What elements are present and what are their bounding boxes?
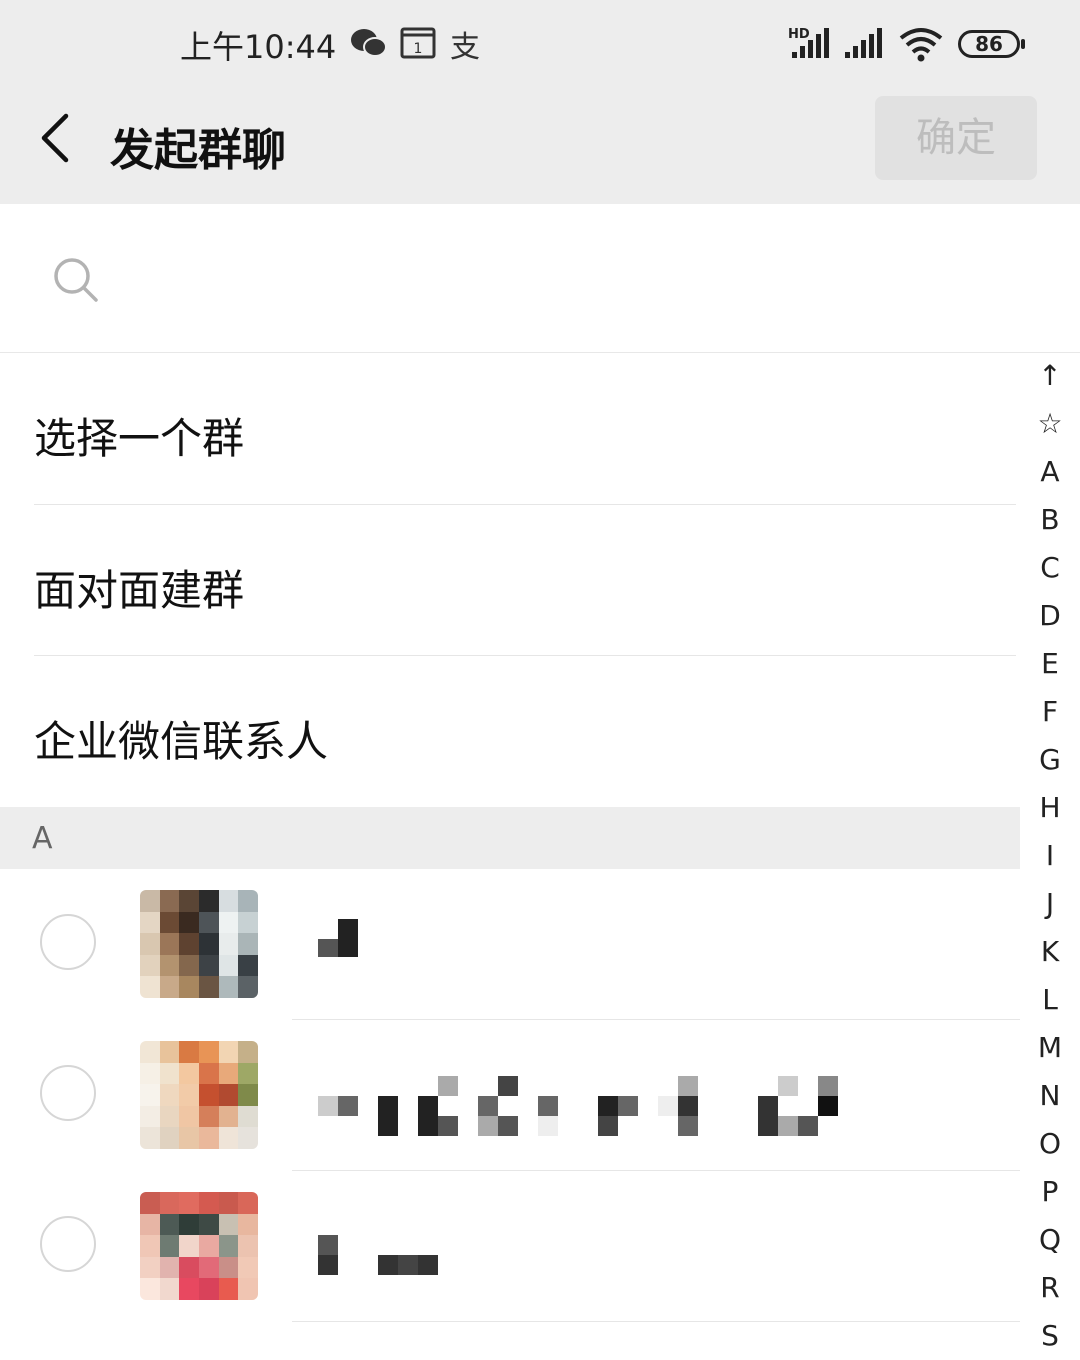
index-item[interactable]: C (1022, 544, 1078, 592)
alphabet-index[interactable]: ↑ ☆ A B C D E F G H I J K L M N O P Q R S (1022, 352, 1078, 1360)
index-item[interactable]: Q (1022, 1216, 1078, 1264)
contact-row[interactable] (0, 869, 1020, 1019)
index-item[interactable]: R (1022, 1264, 1078, 1312)
nav-header: 发起群聊 确定 (0, 90, 1080, 204)
index-item[interactable]: O (1022, 1120, 1078, 1168)
index-item[interactable]: D (1022, 592, 1078, 640)
index-item[interactable]: L (1022, 976, 1078, 1024)
section-header: A (0, 807, 1020, 869)
confirm-button[interactable]: 确定 (875, 96, 1037, 180)
index-item[interactable]: P (1022, 1168, 1078, 1216)
contact-name (318, 919, 378, 969)
section-letter: A (32, 821, 53, 856)
option-select-group[interactable]: 选择一个群 (0, 353, 1020, 503)
wifi-icon (898, 24, 944, 68)
option-label: 选择一个群 (34, 414, 245, 463)
hd-signal-icon: HD (788, 24, 832, 66)
option-face-to-face[interactable]: 面对面建群 (0, 505, 1020, 655)
alipay-icon: 支 (450, 30, 480, 65)
wechat-icon (350, 26, 388, 64)
divider (292, 1321, 1020, 1322)
index-item[interactable]: E (1022, 640, 1078, 688)
index-item[interactable]: A (1022, 448, 1078, 496)
signal-icon (843, 24, 887, 66)
page-title: 发起群聊 (110, 125, 286, 176)
avatar (140, 1192, 258, 1300)
contact-name (318, 1235, 438, 1285)
index-item[interactable]: F (1022, 688, 1078, 736)
calendar-icon: 1 (400, 26, 436, 64)
option-label: 面对面建群 (34, 566, 245, 615)
status-time: 上午10:44 (180, 28, 337, 66)
contact-row[interactable] (0, 1020, 1020, 1170)
status-bar: 上午10:44 1 支 HD 86 (0, 0, 1080, 90)
select-checkbox[interactable] (40, 914, 96, 970)
index-item[interactable]: B (1022, 496, 1078, 544)
contact-name (318, 1076, 838, 1136)
avatar (140, 1041, 258, 1149)
select-checkbox[interactable] (40, 1216, 96, 1272)
index-item[interactable]: G (1022, 736, 1078, 784)
index-item[interactable]: I (1022, 832, 1078, 880)
index-item[interactable]: K (1022, 928, 1078, 976)
index-item[interactable]: ☆ (1022, 400, 1078, 448)
svg-text:1: 1 (414, 41, 423, 57)
avatar (140, 890, 258, 998)
index-item[interactable]: ↑ (1022, 352, 1078, 400)
svg-text:HD: HD (788, 27, 810, 42)
chevron-left-icon[interactable] (36, 112, 76, 164)
search-bar[interactable] (0, 204, 1080, 352)
select-checkbox[interactable] (40, 1065, 96, 1121)
contact-row[interactable] (0, 1171, 1020, 1321)
option-label: 企业微信联系人 (34, 717, 329, 766)
search-icon (52, 256, 100, 308)
battery-indicator: 86 (958, 30, 1025, 58)
index-item[interactable]: M (1022, 1024, 1078, 1072)
index-item[interactable]: H (1022, 784, 1078, 832)
index-item[interactable]: J (1022, 880, 1078, 928)
index-item[interactable]: S (1022, 1312, 1078, 1360)
option-wecom-contacts[interactable]: 企业微信联系人 (0, 656, 1020, 806)
index-item[interactable]: N (1022, 1072, 1078, 1120)
